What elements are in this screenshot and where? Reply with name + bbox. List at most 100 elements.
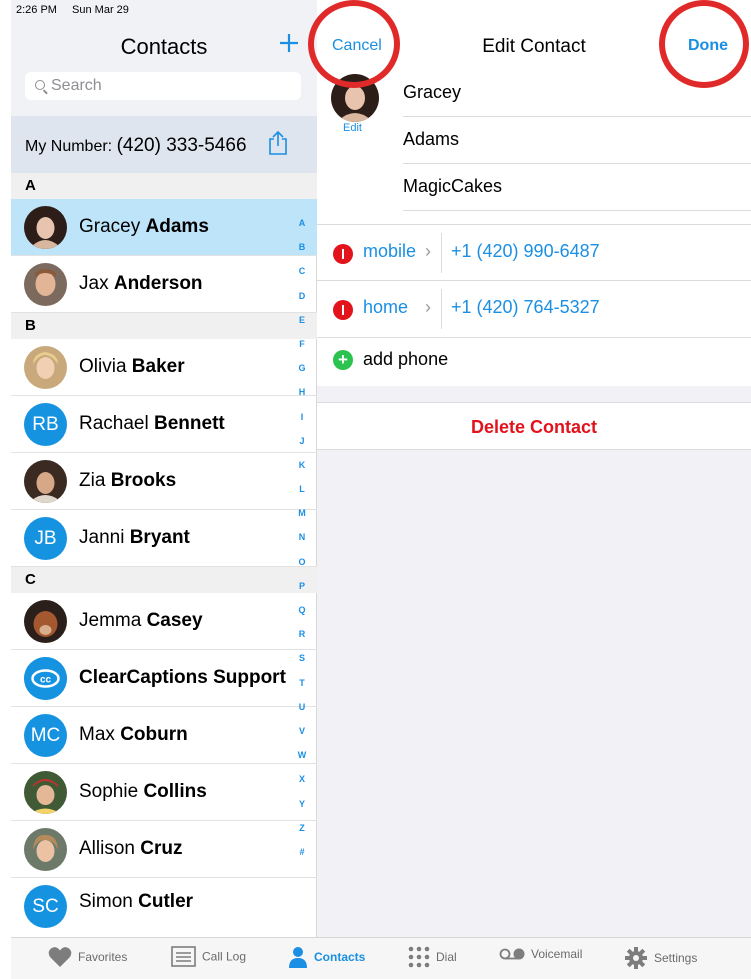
tab-favorites[interactable]: Favorites — [48, 946, 127, 972]
divider — [441, 233, 442, 273]
my-number-label: My Number: — [25, 138, 113, 155]
avatar: JB — [24, 517, 67, 560]
index-letter[interactable]: Y — [294, 799, 310, 823]
index-letter[interactable]: K — [294, 460, 310, 484]
index-letter[interactable]: T — [294, 678, 310, 702]
contact-name: Simon Cutler — [79, 891, 194, 912]
divider — [441, 289, 442, 329]
avatar: RB — [24, 403, 67, 446]
index-letter[interactable]: N — [294, 532, 310, 556]
contact-name: Jemma Casey — [79, 610, 203, 631]
index-letter[interactable]: H — [294, 387, 310, 411]
section-header-a: A — [11, 173, 317, 199]
tab-contacts[interactable]: Contacts — [288, 946, 365, 972]
index-letter[interactable]: M — [294, 508, 310, 532]
remove-phone-button[interactable] — [333, 244, 353, 264]
index-letter[interactable]: Q — [294, 605, 310, 629]
avatar — [24, 600, 67, 643]
add-phone-label: add phone — [363, 349, 449, 369]
contact-row[interactable]: MC Max Coburn — [11, 707, 317, 764]
contact-name: Max Coburn — [79, 724, 188, 745]
voicemail-icon — [499, 948, 525, 960]
phone-row: mobile › +1 (420) 990-6487 — [317, 224, 751, 281]
contact-row[interactable]: Sophie Collins — [11, 764, 317, 821]
my-number-value: (420) 333-5466 — [116, 135, 247, 156]
index-letter[interactable]: Z — [294, 823, 310, 847]
add-phone-row[interactable]: + add phone — [317, 336, 751, 386]
index-letter[interactable]: # — [294, 847, 310, 871]
chevron-right-icon[interactable]: › — [425, 241, 431, 262]
tab-settings[interactable]: Settings — [624, 946, 697, 972]
contact-row[interactable]: Allison Cruz — [11, 821, 317, 878]
tab-voicemail[interactable]: Voicemail — [499, 946, 582, 972]
index-letter[interactable]: G — [294, 363, 310, 387]
index-letter[interactable]: J — [294, 436, 310, 460]
contact-row[interactable]: RB Rachael Bennett — [11, 396, 317, 453]
last-name-field[interactable]: Adams — [403, 117, 751, 164]
phone-number-field[interactable]: +1 (420) 990-6487 — [451, 241, 600, 262]
phone-number-field[interactable]: +1 (420) 764-5327 — [451, 297, 600, 318]
section-index[interactable]: A B C D E F G H I J K L M N O P Q R S T U V W X Y Z # — [294, 218, 310, 871]
person-icon — [289, 947, 307, 968]
avatar: SC — [24, 885, 67, 928]
avatar — [24, 460, 67, 503]
remove-phone-button[interactable] — [333, 300, 353, 320]
index-letter[interactable]: W — [294, 750, 310, 774]
phone-type-label[interactable]: home — [363, 297, 408, 318]
add-contact-button[interactable] — [279, 31, 299, 57]
index-letter[interactable]: A — [294, 218, 310, 242]
index-letter[interactable]: X — [294, 774, 310, 798]
contact-row[interactable]: Jemma Casey — [11, 593, 317, 650]
contact-row[interactable]: cc ClearCaptions Support — [11, 650, 317, 707]
contact-row[interactable]: JB Janni Bryant — [11, 510, 317, 567]
index-letter[interactable]: B — [294, 242, 310, 266]
contacts-panel: Contacts Search My Number: (420) 333-546… — [11, 0, 317, 937]
index-letter[interactable]: P — [294, 581, 310, 605]
index-letter[interactable]: O — [294, 557, 310, 581]
contact-name: Janni Bryant — [79, 527, 190, 548]
index-letter[interactable]: U — [294, 702, 310, 726]
index-letter[interactable]: D — [294, 291, 310, 315]
gear-icon — [625, 947, 647, 969]
cc-logo-icon: cc — [24, 657, 67, 700]
heart-icon — [48, 947, 72, 967]
avatar: MC — [24, 714, 67, 757]
company-field[interactable]: MagicCakes — [403, 164, 751, 211]
plus-icon — [280, 34, 298, 52]
contact-row[interactable]: Gracey Adams — [11, 199, 317, 256]
share-icon[interactable] — [267, 130, 289, 156]
contact-name: Olivia Baker — [79, 356, 185, 377]
index-letter[interactable]: V — [294, 726, 310, 750]
index-letter[interactable]: E — [294, 315, 310, 339]
index-letter[interactable]: C — [294, 266, 310, 290]
my-number-bar: My Number: (420) 333-5466 — [11, 116, 317, 173]
avatar — [24, 346, 67, 389]
tab-call-log[interactable]: Call Log — [171, 946, 246, 972]
contact-row[interactable]: Jax Anderson — [11, 256, 317, 313]
contact-row[interactable]: SC Simon Cutler — [11, 878, 317, 935]
status-date: Sun Mar 29 — [72, 4, 129, 16]
index-letter[interactable]: L — [294, 484, 310, 508]
index-letter[interactable]: S — [294, 653, 310, 677]
chevron-right-icon[interactable]: › — [425, 297, 431, 318]
phone-row: home › +1 (420) 764-5327 — [317, 281, 751, 338]
section-header-c: C — [11, 567, 317, 593]
delete-contact-button[interactable]: Delete Contact — [317, 402, 751, 450]
contact-name: Allison Cruz — [79, 838, 183, 859]
edit-photo-link[interactable]: Edit — [343, 122, 362, 134]
index-letter[interactable]: R — [294, 629, 310, 653]
status-bar: 2:26 PM Sun Mar 29 — [0, 0, 751, 22]
contact-fields: Edit Gracey Adams MagicCakes mobile › +1… — [317, 66, 751, 386]
index-letter[interactable]: I — [294, 412, 310, 436]
index-letter[interactable]: F — [294, 339, 310, 363]
search-input[interactable]: Search — [25, 72, 301, 100]
search-icon — [35, 80, 45, 90]
tab-dial[interactable]: Dial — [408, 946, 457, 972]
contact-row[interactable]: Zia Brooks — [11, 453, 317, 510]
avatar — [24, 263, 67, 306]
phone-type-label[interactable]: mobile — [363, 241, 416, 262]
call-log-icon — [171, 946, 196, 967]
add-icon[interactable]: + — [333, 350, 353, 370]
avatar — [24, 828, 67, 871]
contact-row[interactable]: Olivia Baker — [11, 339, 317, 396]
